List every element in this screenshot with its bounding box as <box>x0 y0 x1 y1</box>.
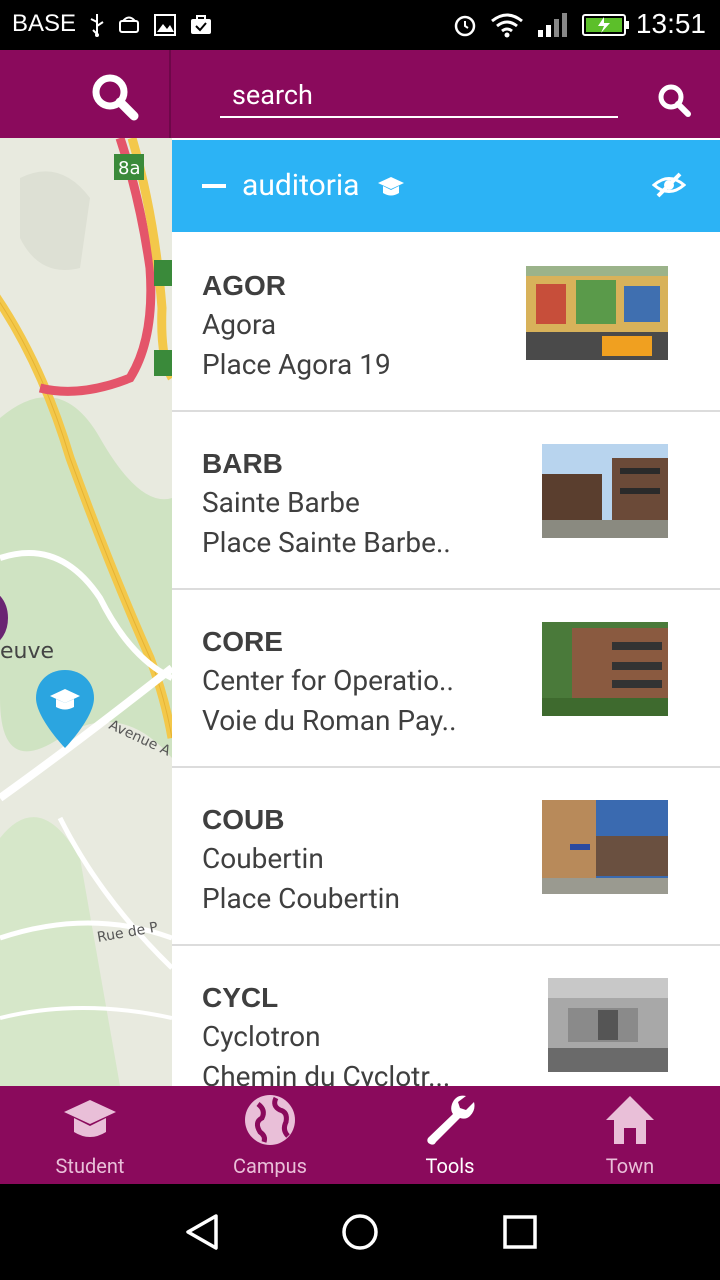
nav-label: Campus <box>232 1154 307 1178</box>
building-code: CYCL <box>202 982 279 1013</box>
building-code: BARB <box>202 448 283 479</box>
building-address: Place Coubertin <box>202 882 400 915</box>
nav-label: Town <box>605 1154 655 1178</box>
map-search-toggle[interactable] <box>0 50 171 138</box>
back-icon[interactable] <box>182 1212 222 1252</box>
image-icon <box>154 14 176 36</box>
signal-icon <box>538 13 567 37</box>
nav-campus[interactable]: Campus <box>180 1086 360 1184</box>
bottom-navigation: Student Campus Tools Town <box>0 1086 720 1184</box>
list-item[interactable]: COUB Coubertin Place Coubertin <box>172 768 720 946</box>
nav-label: Student <box>55 1154 125 1178</box>
nav-label: Tools <box>425 1154 475 1178</box>
building-address: Place Agora 19 <box>202 348 391 381</box>
building-name: Cyclotron <box>202 1020 321 1053</box>
list-item[interactable]: CORE Center for Operatio.. Voie du Roman… <box>172 590 720 768</box>
wifi-icon <box>491 13 523 38</box>
campus-map[interactable]: 8a euve Avenue A Rue de P <box>0 138 172 1086</box>
building-thumbnail <box>526 266 668 360</box>
building-thumbnail <box>542 800 668 894</box>
recents-icon[interactable] <box>502 1214 538 1250</box>
usb-icon <box>90 14 104 37</box>
clock: 13:51 <box>635 8 706 39</box>
search-icon <box>92 74 139 121</box>
svg-text:euve: euve <box>0 639 54 664</box>
battery-charging-icon <box>582 14 629 36</box>
svg-text:8a: 8a <box>118 158 140 179</box>
alarm-icon <box>454 15 476 37</box>
building-thumbnail <box>542 622 668 716</box>
results-panel: auditoria AGOR Agora Place Agora 19 BARB… <box>172 138 720 1086</box>
building-code: CORE <box>202 626 283 657</box>
list-item[interactable]: AGOR Agora Place Agora 19 <box>172 234 720 412</box>
system-navigation-bar <box>0 1184 720 1280</box>
map-tiles: 8a euve Avenue A Rue de P <box>0 138 172 1086</box>
wrench-icon <box>427 1095 475 1145</box>
category-header[interactable]: auditoria <box>172 140 720 232</box>
building-name: Center for Operatio.. <box>202 664 454 697</box>
collapse-icon[interactable] <box>202 184 226 188</box>
search-input[interactable]: search <box>220 76 618 118</box>
building-address: Chemin du Cyclotr... <box>202 1060 451 1086</box>
building-code: COUB <box>202 804 285 835</box>
building-address: Voie du Roman Pay.. <box>202 704 457 737</box>
list-item[interactable]: CYCL Cyclotron Chemin du Cyclotr... <box>172 946 720 1086</box>
search-submit-icon[interactable] <box>656 82 692 118</box>
list-item[interactable]: BARB Sainte Barbe Place Sainte Barbe.. <box>172 412 720 590</box>
carrier-name: BASE <box>12 10 77 37</box>
graduation-cap-icon <box>64 1100 116 1137</box>
nav-tools[interactable]: Tools <box>360 1086 540 1184</box>
building-name: Coubertin <box>202 842 324 875</box>
category-label: auditoria <box>242 168 360 203</box>
status-bar: BASE 13:51 <box>0 0 720 50</box>
map-marker-auditorium-icon[interactable] <box>34 668 96 750</box>
building-thumbnail <box>548 978 668 1072</box>
building-thumbnail <box>542 444 668 538</box>
globe-icon <box>245 1095 295 1145</box>
building-code: AGOR <box>202 270 286 301</box>
home-icon <box>606 1096 654 1144</box>
hide-eye-icon[interactable] <box>652 170 686 200</box>
building-name: Sainte Barbe <box>202 486 360 519</box>
home-circle-icon[interactable] <box>340 1212 380 1252</box>
android-debug-icon <box>119 16 139 33</box>
building-address: Place Sainte Barbe.. <box>202 526 451 559</box>
briefcase-check-icon <box>191 15 211 34</box>
graduation-cap-icon <box>378 177 404 196</box>
building-name: Agora <box>202 308 277 341</box>
nav-town[interactable]: Town <box>540 1086 720 1184</box>
top-app-bar: search <box>0 50 720 138</box>
nav-student[interactable]: Student <box>0 1086 180 1184</box>
